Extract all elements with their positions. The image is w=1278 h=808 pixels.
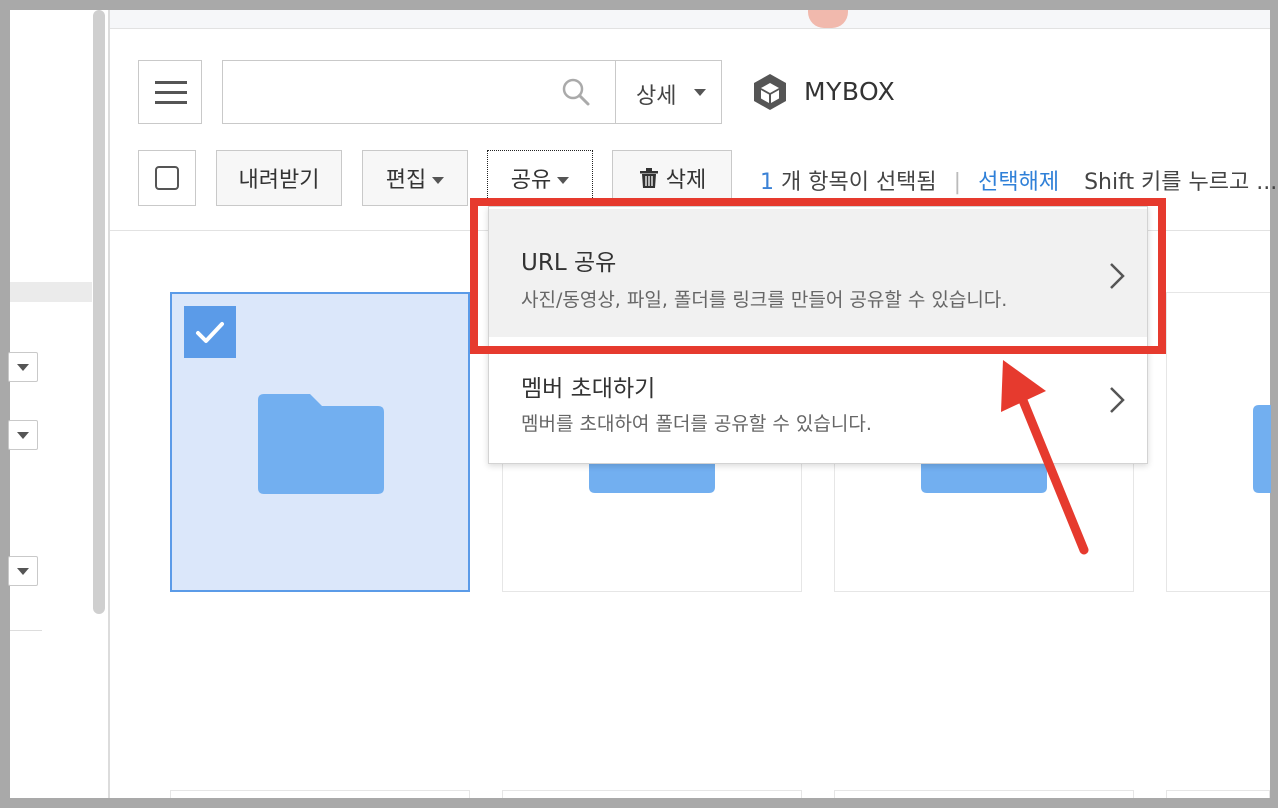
download-label: 내려받기 <box>238 168 320 193</box>
annotation-highlight-box <box>470 198 1166 354</box>
menu-icon <box>155 81 187 84</box>
window-frame-top <box>0 0 1278 10</box>
chevron-down-icon <box>557 176 570 184</box>
download-button[interactable]: 내려받기 <box>216 150 342 206</box>
checkbox-icon <box>155 166 179 190</box>
search-icon[interactable] <box>561 77 591 107</box>
folder-tile[interactable] <box>502 790 802 798</box>
folder-icon <box>258 394 384 494</box>
sidebar-expand-chevron-icon[interactable] <box>8 420 38 450</box>
window-frame-left <box>0 0 10 808</box>
edit-button[interactable]: 편집 <box>362 150 468 206</box>
mybox-logo-icon <box>754 74 786 110</box>
chevron-right-icon <box>1110 387 1125 413</box>
share-label: 공유 <box>510 168 552 193</box>
menu-item-invite-members[interactable]: 멤버 초대하기 멤버를 초대하여 폴더를 공유할 수 있습니다. <box>489 337 1147 465</box>
window-frame-right <box>1270 0 1278 808</box>
sidebar-scrollbar-thumb[interactable] <box>93 10 105 614</box>
search-detail-dropdown[interactable]: 상세 <box>615 60 722 124</box>
menu-icon-bar <box>155 101 187 104</box>
folder-tile[interactable] <box>170 790 470 798</box>
sidebar <box>10 10 92 798</box>
tile-checkbox[interactable] <box>184 306 236 358</box>
folder-icon <box>1253 405 1271 493</box>
folder-tile-selected[interactable] <box>170 292 470 592</box>
folder-tile[interactable] <box>834 790 1134 798</box>
hamburger-menu-button[interactable] <box>138 60 202 124</box>
chevron-down-icon <box>694 89 706 96</box>
select-all-checkbox[interactable] <box>138 150 196 206</box>
selection-text: 개 항목이 선택됨 <box>781 170 937 195</box>
menu-item-title: 멤버 초대하기 <box>521 376 656 402</box>
folder-tile[interactable] <box>1166 790 1270 798</box>
sidebar-expand-chevron-icon[interactable] <box>8 556 38 586</box>
sidebar-selected-band <box>10 282 92 302</box>
chevron-down-icon <box>432 176 445 184</box>
menu-icon-bar <box>155 91 187 94</box>
panel-divider <box>108 10 110 798</box>
check-icon <box>196 322 224 343</box>
selection-status: 1 개 항목이 선택됨 | 선택해제 Shift 키를 누르고 ... <box>760 164 1277 196</box>
sidebar-expand-chevron-icon[interactable] <box>8 352 38 382</box>
search-detail-label: 상세 <box>636 84 677 109</box>
search-input[interactable] <box>233 71 557 117</box>
top-header-strip <box>110 10 1270 29</box>
shift-hint-text: Shift 키를 누르고 ... <box>1084 170 1278 195</box>
menu-item-description: 멤버를 초대하여 폴더를 공유할 수 있습니다. <box>521 413 872 435</box>
clear-selection-link[interactable]: 선택해제 <box>978 170 1059 195</box>
trash-icon <box>639 168 658 188</box>
selection-separator: | <box>953 170 962 195</box>
window-frame-bottom <box>0 798 1278 808</box>
brand-name: MYBOX <box>804 77 896 106</box>
delete-label: 삭제 <box>665 168 707 193</box>
edit-label: 편집 <box>385 168 427 193</box>
sidebar-divider <box>10 630 42 631</box>
search-box <box>222 60 616 124</box>
selection-count: 1 <box>760 170 774 195</box>
folder-tile[interactable] <box>1166 292 1271 592</box>
